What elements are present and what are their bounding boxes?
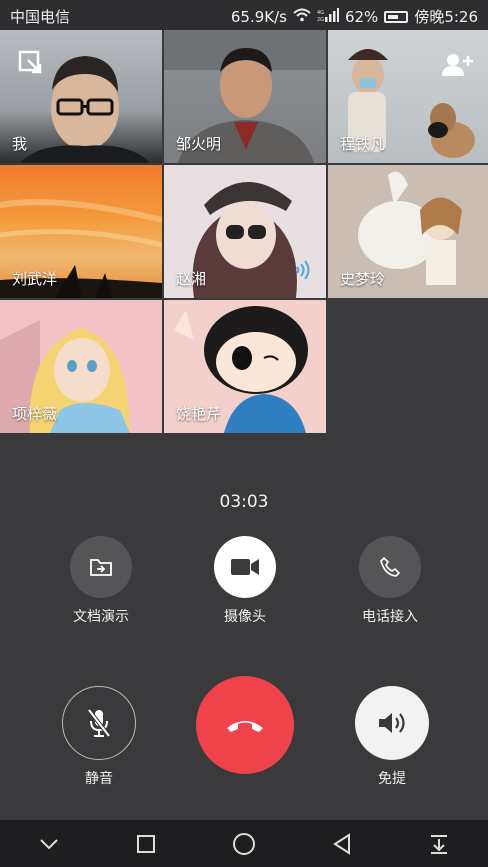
participant-name: 饶艳芹 xyxy=(176,405,222,423)
participant-tile[interactable]: 程铁凡 xyxy=(328,30,488,163)
speaking-icon xyxy=(294,260,312,284)
participant-name: 邹火明 xyxy=(176,135,222,153)
participant-name: 史梦玲 xyxy=(340,270,386,288)
square-icon xyxy=(137,834,156,853)
hangup-icon xyxy=(227,721,263,732)
minimize-window-icon[interactable] xyxy=(18,50,44,80)
notification-shade-button[interactable] xyxy=(419,824,459,864)
participant-grid: 我 邹火明 程铁凡 刘武洋 赵湘 史梦玲 项梓薇 饶艳芹 xyxy=(0,30,488,434)
status-bar: 中国电信 65.9K/s 4G 2G 62% 傍晚5:26 xyxy=(0,0,488,30)
battery-icon xyxy=(384,10,409,23)
phone-in-circle[interactable] xyxy=(359,536,421,598)
participant-name: 赵湘 xyxy=(176,270,207,288)
back-button[interactable] xyxy=(322,824,362,864)
collapse-button[interactable] xyxy=(29,824,69,864)
mute-label: 静音 xyxy=(85,771,113,787)
signal-icon: 4G 2G xyxy=(317,7,339,26)
navigation-bar xyxy=(0,820,488,867)
add-participant-icon[interactable] xyxy=(442,52,474,82)
wifi-icon xyxy=(293,8,311,26)
folder-share-icon xyxy=(90,559,112,576)
mic-off-icon xyxy=(87,708,111,738)
camera-circle[interactable] xyxy=(214,536,276,598)
battery-percent: 62% xyxy=(344,7,379,26)
mute-button[interactable]: 静音 xyxy=(60,686,138,788)
hangup-circle[interactable] xyxy=(196,676,294,774)
participant-tile[interactable]: 史梦玲 xyxy=(328,165,488,298)
participant-name: 项梓薇 xyxy=(12,405,58,423)
carrier-label: 中国电信 xyxy=(10,8,71,26)
speaker-circle[interactable] xyxy=(355,686,429,760)
camera-button[interactable]: 摄像头 xyxy=(210,536,280,626)
speaker-label: 免提 xyxy=(378,771,406,787)
chevron-down-icon xyxy=(40,838,58,849)
hangup-button[interactable] xyxy=(195,676,295,774)
doc-share-label: 文档演示 xyxy=(73,609,129,625)
doc-share-circle[interactable] xyxy=(70,536,132,598)
phone-in-label: 电话接入 xyxy=(362,609,418,625)
pull-down-icon xyxy=(431,834,448,854)
participant-tile[interactable]: 项梓薇 xyxy=(0,300,162,433)
mute-circle[interactable] xyxy=(62,686,136,760)
network-speed: 65.9K/s xyxy=(230,7,287,26)
participant-tile[interactable]: 刘武洋 xyxy=(0,165,162,298)
participant-tile[interactable]: 邹火明 xyxy=(164,30,326,163)
camera-label: 摄像头 xyxy=(224,609,266,625)
participant-name: 程铁凡 xyxy=(340,135,386,153)
participant-tile[interactable]: 饶艳芹 xyxy=(164,300,326,433)
svg-text:2G: 2G xyxy=(317,17,324,22)
participant-name: 我 xyxy=(12,135,28,153)
svg-text:4G: 4G xyxy=(317,10,324,16)
home-button[interactable] xyxy=(224,824,264,864)
triangle-back-icon xyxy=(332,832,350,855)
call-timer: 03:03 xyxy=(219,492,269,512)
phone-icon xyxy=(380,556,401,577)
doc-share-button[interactable]: 文档演示 xyxy=(66,536,136,626)
status-indicators: 65.9K/s 4G 2G 62% 傍晚5:26 xyxy=(231,6,478,27)
circle-icon xyxy=(232,832,255,855)
participant-name: 刘武洋 xyxy=(12,270,58,288)
speaker-button[interactable]: 免提 xyxy=(353,686,431,788)
video-camera-icon xyxy=(231,559,259,575)
clock: 傍晚5:26 xyxy=(414,8,478,26)
recents-button[interactable] xyxy=(126,824,166,864)
participant-tile[interactable]: 赵湘 xyxy=(164,165,326,298)
phone-in-button[interactable]: 电话接入 xyxy=(353,536,427,626)
participant-tile-me[interactable]: 我 xyxy=(0,30,162,163)
speaker-icon xyxy=(379,713,405,733)
